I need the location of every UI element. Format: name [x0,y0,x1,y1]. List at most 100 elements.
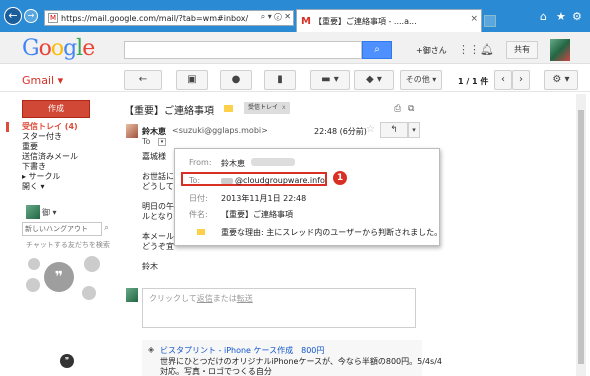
hangouts-illustration: ❞ [26,254,106,304]
star-icon[interactable]: ☆ [366,124,375,135]
report-spam-button[interactable]: ● [220,70,252,90]
body-line: 鈴木 [142,262,158,271]
avatar[interactable] [550,39,570,61]
hangouts-icon: ❞ [44,262,74,292]
sidebar-item[interactable]: 下書き [22,162,118,172]
from-value: 鈴木恵 [221,159,245,168]
gear-icon: ⚙ ▾ [552,74,570,85]
annotation-badge: 1 [333,171,347,185]
important-marker-icon [197,229,205,235]
search-input[interactable] [124,41,362,59]
sender-name[interactable]: 鈴木恵 [142,126,166,137]
address-bar[interactable]: M https://mail.google.com/mail/?tab=wm#i… [44,10,294,26]
labels-button[interactable]: ◆ ▾ [354,70,394,90]
favorites-star-icon[interactable]: ★ [556,10,566,23]
address-url[interactable]: https://mail.google.com/mail/?tab=wm#inb… [61,14,249,23]
search-icon[interactable]: ⌕ [104,223,109,233]
date-value: 2013年11月1日 22:48 [221,194,307,203]
print-icon[interactable]: ⎙ [394,104,401,114]
delete-button[interactable]: ▮ [264,70,296,90]
bell-icon[interactable]: 🔔︎ [480,43,494,56]
forward-arrow-icon[interactable]: → [24,9,38,23]
newer-button[interactable]: ‹ [494,70,512,90]
avatar [126,288,138,302]
hangouts-icon[interactable]: ❞ [60,354,74,368]
chevron-down-icon: ▾ [160,139,164,145]
ad-title[interactable]: ビスタプリント - iPhone ケース作成 800円 [160,345,324,356]
reply-prefix: クリックして [149,294,197,303]
back-arrow-icon[interactable]: ← [4,7,22,25]
reply-box[interactable]: クリックして返信または転送 [142,288,416,328]
logo-letter: G [22,36,40,61]
logo-letter: g [63,36,77,61]
chat-user-name[interactable]: 御 ▾ [42,207,57,218]
to-label: To [142,137,151,146]
subject-value: 【重要】ご連絡事項 [221,210,293,219]
decor-circle [28,258,40,270]
settings-button[interactable]: ⚙ ▾ [544,70,578,90]
redacted-user [221,178,233,184]
user-name-link[interactable]: +御さん [416,45,447,56]
address-bar-icons[interactable]: ⌕ ▾ ⓒ ✕ [261,12,291,22]
date-label: 日付: [189,194,208,203]
tab-title: 【重要】ご連絡事項 - ....a... [313,16,417,26]
more-button[interactable]: その他 ▾ [400,70,442,90]
sidebar-item[interactable]: 重要 [22,142,118,152]
ad-block: ◈ ビスタプリント - iPhone ケース作成 800円 世界にひとつだけのオ… [142,340,442,376]
hangout-search-input[interactable]: 新しいハングアウト [22,222,102,236]
label-chip-text: 受信トレイ [248,104,279,111]
subject-label: 件名: [189,210,208,219]
body-line [142,252,182,262]
sidebar-item[interactable]: ▸ サークル [22,172,118,182]
reply-middle: または [212,294,237,303]
more-actions-button[interactable]: ▾ [408,122,420,138]
sidebar-item[interactable]: スター付き [22,132,118,142]
sidebar-item[interactable]: 開く ▾ [22,182,118,192]
chevron-right-icon: › [519,74,523,85]
share-button[interactable]: 共有 [506,41,538,59]
older-button[interactable]: › [512,70,530,90]
importance-reason: 重要な理由: 主にスレッド内のユーザーから判断されました。 [221,228,443,237]
decor-circle [82,286,96,300]
logo-letter: o [50,36,64,61]
gmail-menu-label[interactable]: Gmail ▾ [22,74,63,87]
compose-button[interactable]: 作成 [22,100,90,118]
reply-button[interactable]: ↰ [380,122,408,138]
logo-letter: o [38,36,52,61]
reply-link[interactable]: 返信 [197,294,213,303]
label-chip[interactable]: 受信トレイ x [244,102,290,114]
archive-icon: ▣ [187,74,197,85]
google-logo[interactable]: Google [22,36,95,61]
decor-circle [26,278,40,292]
show-details-toggle[interactable]: ▾ [158,138,166,146]
from-label: From: [189,158,212,167]
home-icon[interactable]: ⌂ [540,10,547,23]
back-to-inbox-button[interactable]: ← [124,70,162,90]
pager-count: 1 / 1 件 [458,77,489,86]
archive-button[interactable]: ▣ [176,70,208,90]
scrollbar[interactable] [576,94,586,376]
sidebar-item[interactable]: 受信トレイ (4) [22,122,118,132]
active-nav-indicator [6,122,9,132]
sidebar-item[interactable]: 送信済みメール [22,152,118,162]
search-button[interactable]: ⌕ [362,41,392,59]
forward-link[interactable]: 転送 [237,294,253,303]
message-date: 22:48 (6分前) [314,127,367,136]
apps-grid-icon[interactable]: ⋮⋮ [458,43,480,56]
gmail-tab-icon: M [301,15,311,27]
scrollbar-thumb[interactable] [578,110,584,364]
chevron-left-icon: ‹ [501,74,505,85]
move-to-button[interactable]: ▬ ▾ [310,70,350,90]
redacted-email [251,158,295,166]
to-value: @cloudgroupware.info [235,176,325,185]
gear-icon[interactable]: ⚙ [572,10,582,23]
browser-tab[interactable]: M 【重要】ご連絡事項 - ....a... × [296,9,482,32]
message-subject: 【重要】ご連絡事項 [124,106,214,117]
avatar[interactable] [26,205,40,219]
close-icon[interactable]: × [470,14,478,24]
close-icon[interactable]: x [282,104,286,111]
new-tab-button[interactable] [484,15,496,27]
chevron-down-icon: ▾ [412,126,416,134]
new-window-icon[interactable]: ⧉ [408,104,414,114]
important-marker-icon[interactable] [224,105,233,112]
